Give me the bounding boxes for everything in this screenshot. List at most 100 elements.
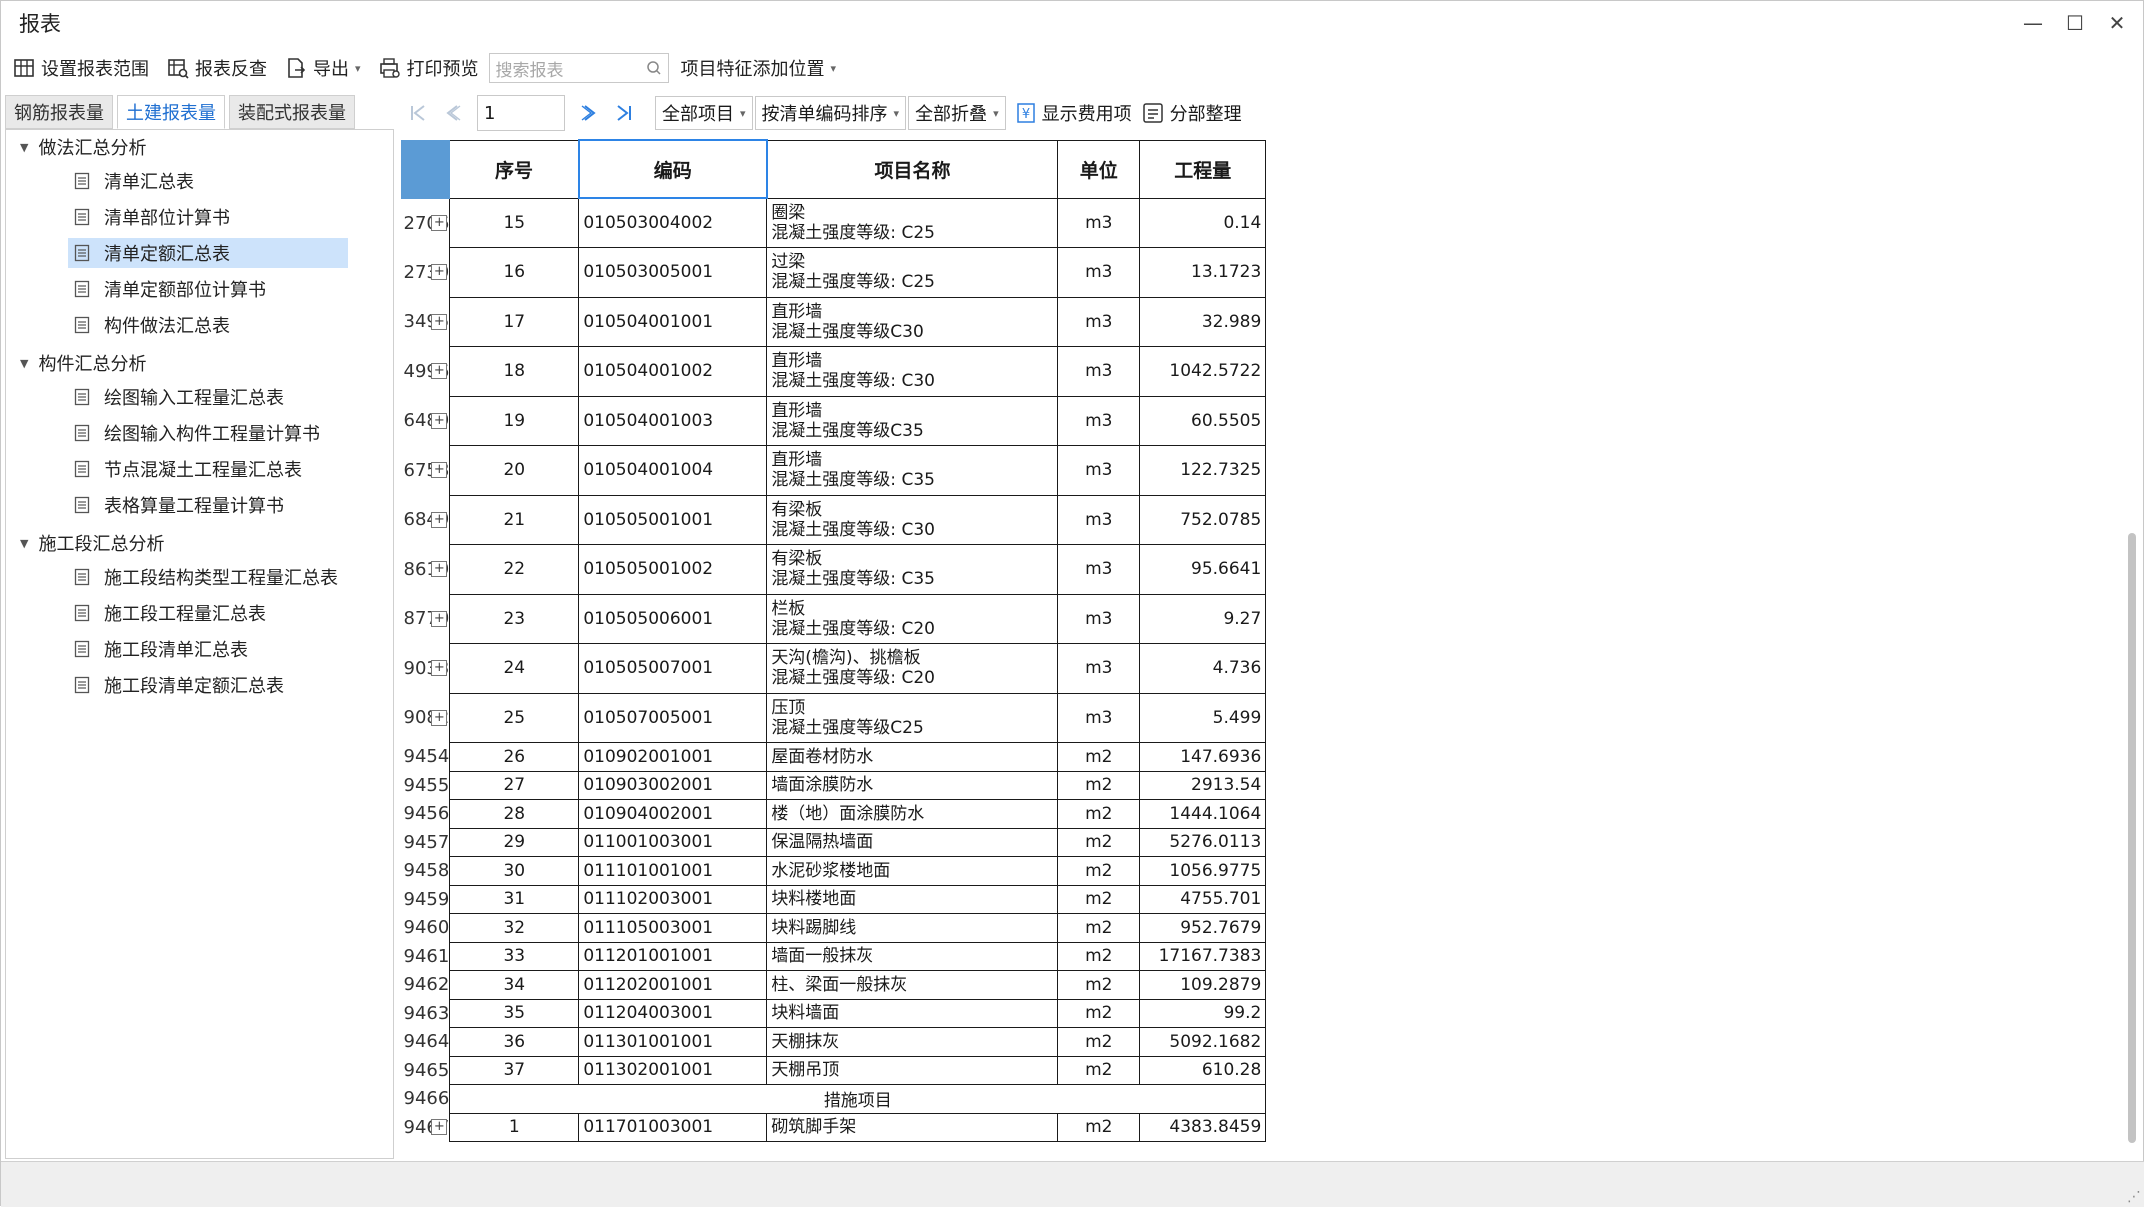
sort-dropdown[interactable]: 按清单编码排序 ▾ <box>754 96 907 130</box>
table-row[interactable]: 2706 +15 010503004002 圈梁 混凝土强度等级: C25 m3 0.14 <box>401 197 1267 248</box>
row-number[interactable]: 2739 + <box>401 247 451 297</box>
row-number[interactable]: 9458 <box>401 856 451 885</box>
row-number[interactable]: 2706 + <box>401 198 451 248</box>
tree-item[interactable]: 绘图输入工程量汇总表 <box>68 382 290 412</box>
tree-group[interactable]: ▼ 构件汇总分析 <box>20 350 146 376</box>
resize-grip-icon[interactable]: ⋰ <box>2127 1189 2141 1205</box>
tab-rebar-report[interactable]: 钢筋报表量 <box>5 95 113 129</box>
row-number[interactable]: 9455 <box>401 771 451 800</box>
table-row[interactable]: 9461 33 011201001001 墙面一般抹灰 m2 17167.7383 <box>401 941 1267 971</box>
export-button[interactable]: 导出 ▾ <box>279 53 367 83</box>
table-row[interactable]: 3495 +17 010504001001 直形墙 混凝土强度等级C30 m3 32.989 <box>401 296 1267 347</box>
header-name[interactable]: 项目名称 <box>766 139 1059 199</box>
expand-plus-icon[interactable]: + <box>431 709 448 726</box>
show-fee-button[interactable]: ¥ 显示费用项 <box>1016 96 1132 130</box>
table-row[interactable]: 6758 +20 010504001004 直形墙 混凝土强度等级: C35 m3 122.… <box>401 445 1267 496</box>
expand-arrow-icon[interactable]: ▼ <box>20 141 28 154</box>
header-unit[interactable]: 单位 <box>1057 139 1141 199</box>
row-number[interactable]: 9033 + <box>401 643 451 693</box>
prev-page-button[interactable] <box>435 96 469 130</box>
row-number[interactable]: 9454 <box>401 742 451 771</box>
table-row[interactable]: 9033 +24 010505007001 天沟(檐沟)、挑檐板 混凝土强度等级: C2… <box>401 643 1267 694</box>
row-number[interactable]: 9464 <box>401 1027 451 1056</box>
row-number[interactable]: 9456 <box>401 799 451 828</box>
tree-group[interactable]: ▼ 施工段汇总分析 <box>20 530 164 556</box>
select-all-corner[interactable] <box>401 139 451 199</box>
tree-item[interactable]: 表格算量工程量计算书 <box>68 490 290 520</box>
report-search-input[interactable]: 搜索报表 <box>488 53 669 83</box>
expand-plus-icon[interactable]: + <box>431 215 448 231</box>
tree-item[interactable]: 清单汇总表 <box>68 166 200 196</box>
row-number[interactable]: 9465 <box>401 1056 451 1085</box>
table-row[interactable]: 6849 +21 010505001001 有梁板 混凝土强度等级: C30 m3 752.… <box>401 494 1267 545</box>
row-number[interactable]: 9467 + <box>401 1113 451 1142</box>
arrange-button[interactable]: 分部整理 <box>1142 96 1242 130</box>
tab-prefab-report[interactable]: 装配式报表量 <box>229 95 355 129</box>
tab-civil-report[interactable]: 土建报表量 <box>117 95 225 129</box>
table-row[interactable]: 9467 +1 011701003001 砌筑脚手架 m2 4383.8459 <box>401 1112 1267 1142</box>
tree-item[interactable]: 施工段工程量汇总表 <box>68 598 272 628</box>
table-row[interactable]: 9460 32 011105003001 块料踢脚线 m2 952.7679 <box>401 913 1267 943</box>
tree-item[interactable]: 节点混凝土工程量汇总表 <box>68 454 308 484</box>
table-row[interactable]: 9454 26 010902001001 屋面卷材防水 m2 147.6936 <box>401 742 1267 772</box>
expand-plus-icon[interactable]: + <box>431 561 448 578</box>
expand-plus-icon[interactable]: + <box>431 412 448 429</box>
row-number[interactable]: 9459 <box>401 885 451 914</box>
row-number[interactable]: 9463 <box>401 999 451 1028</box>
section-row[interactable]: 9466 措施项目 <box>401 1084 1267 1114</box>
table-row[interactable]: 9082 +25 010507005001 压顶 混凝土强度等级C25 m3 5.499 <box>401 692 1267 743</box>
table-row[interactable]: 9464 36 011301001001 天棚抹灰 m2 5092.1682 <box>401 1027 1267 1057</box>
table-row[interactable]: 9457 29 011001003001 保温隔热墙面 m2 5276.0113 <box>401 827 1267 857</box>
row-number[interactable]: 9460 <box>401 913 451 942</box>
header-code[interactable]: 编码 <box>577 139 768 199</box>
tree-group[interactable]: ▼ 做法汇总分析 <box>20 134 146 160</box>
expand-plus-icon[interactable]: + <box>431 363 448 380</box>
table-row[interactable]: 8619 +22 010505001002 有梁板 混凝土强度等级: C35 m3 95.6… <box>401 544 1267 595</box>
first-page-button[interactable] <box>401 96 435 130</box>
row-number[interactable]: 9082 + <box>401 693 451 743</box>
row-number[interactable]: 9466 <box>401 1084 451 1113</box>
row-number[interactable]: 3495 + <box>401 297 451 347</box>
page-number-input[interactable]: 1 <box>477 95 565 131</box>
close-button[interactable]: ✕ <box>2097 1 2137 45</box>
table-row[interactable]: 9462 34 011202001001 柱、梁面一般抹灰 m2 109.2879 <box>401 970 1267 1000</box>
table-row[interactable]: 9458 30 011101001001 水泥砂浆楼地面 m2 1056.9775 <box>401 856 1267 886</box>
tree-item[interactable]: 施工段结构类型工程量汇总表 <box>68 562 344 592</box>
reverse-check-button[interactable]: 报表反查 <box>161 53 273 83</box>
header-seq[interactable]: 序号 <box>449 139 580 199</box>
table-row[interactable]: 9463 35 011204003001 块料墙面 m2 99.2 <box>401 998 1267 1028</box>
tree-item[interactable]: 施工段清单汇总表 <box>68 634 254 664</box>
table-row[interactable]: 4996 +18 010504001002 直形墙 混凝土强度等级: C30 m3 1042… <box>401 346 1267 397</box>
expand-plus-icon[interactable]: + <box>431 264 448 281</box>
row-number[interactable]: 9457 <box>401 828 451 857</box>
row-number[interactable]: 9462 <box>401 970 451 999</box>
table-row[interactable]: 9459 31 011102003001 块料楼地面 m2 4755.701 <box>401 884 1267 914</box>
expand-plus-icon[interactable]: + <box>431 511 448 528</box>
table-row[interactable]: 8770 +23 010505006001 栏板 混凝土强度等级: C20 m3 9.27 <box>401 593 1267 644</box>
project-filter-dropdown[interactable]: 全部项目 ▾ <box>655 96 753 130</box>
table-row[interactable]: 6489 +19 010504001003 直形墙 混凝土强度等级C35 m3 60.550… <box>401 395 1267 446</box>
row-number[interactable]: 6758 + <box>401 445 451 495</box>
row-number[interactable]: 9461 <box>401 942 451 971</box>
table-row[interactable]: 9455 27 010903002001 墙面涂膜防水 m2 2913.54 <box>401 770 1267 800</box>
expand-plus-icon[interactable]: + <box>431 313 448 330</box>
tree-item[interactable]: 清单定额汇总表 <box>68 238 348 268</box>
row-number[interactable]: 4996 + <box>401 346 451 396</box>
print-preview-button[interactable]: 打印预览 <box>373 53 485 83</box>
tree-item[interactable]: 绘图输入构件工程量计算书 <box>68 418 326 448</box>
expand-arrow-icon[interactable]: ▼ <box>20 537 28 550</box>
expand-plus-icon[interactable]: + <box>431 660 448 677</box>
row-number[interactable]: 6489 + <box>401 396 451 446</box>
maximize-button[interactable]: ☐ <box>2055 1 2095 45</box>
vertical-scrollbar[interactable] <box>2125 141 2139 1159</box>
table-row[interactable]: 9456 28 010904002001 楼（地）面涂膜防水 m2 1444.1064 <box>401 799 1267 829</box>
search-icon[interactable] <box>646 60 662 76</box>
feature-position-dropdown[interactable]: 项目特征添加位置 ▾ <box>675 53 843 83</box>
tree-item[interactable]: 清单部位计算书 <box>68 202 236 232</box>
expand-arrow-icon[interactable]: ▼ <box>20 357 28 370</box>
header-qty[interactable]: 工程量 <box>1139 139 1267 199</box>
row-number[interactable]: 8770 + <box>401 594 451 644</box>
fold-dropdown[interactable]: 全部折叠 ▾ <box>908 96 1006 130</box>
next-page-button[interactable] <box>573 96 607 130</box>
expand-plus-icon[interactable]: + <box>431 610 448 627</box>
